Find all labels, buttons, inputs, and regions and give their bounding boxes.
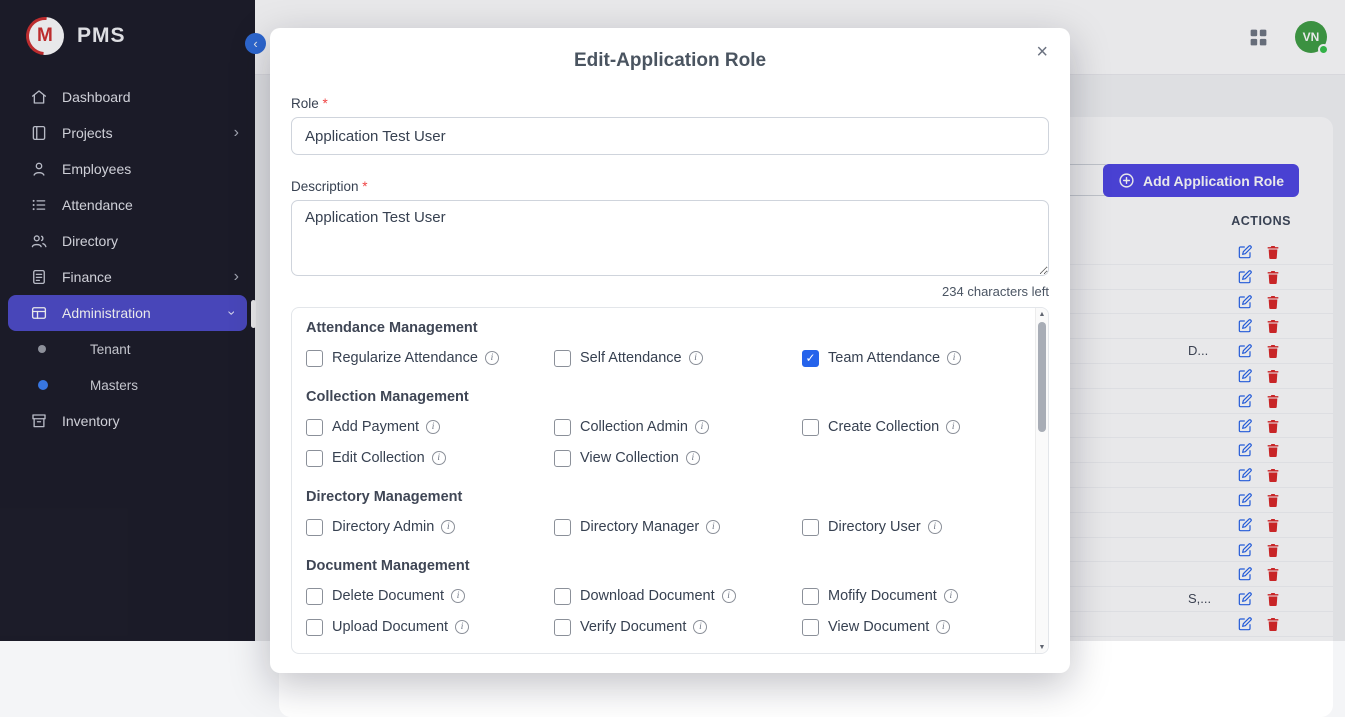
info-icon: i <box>485 351 499 365</box>
permission-label: Mofify Document <box>828 588 937 604</box>
info-icon: i <box>936 620 950 634</box>
permission-collection-admin[interactable]: Collection Admin i <box>554 418 802 436</box>
description-field-label: Description * <box>291 179 1049 194</box>
scroll-down-arrow[interactable]: ▼ <box>1039 641 1046 653</box>
permission-view-document[interactable]: View Document i <box>802 618 1035 636</box>
info-icon: i <box>693 620 707 634</box>
permission-label: Collection Admin <box>580 419 688 435</box>
permission-add-payment[interactable]: Add Payment i <box>306 418 554 436</box>
checkbox[interactable] <box>802 519 819 536</box>
permission-group-title: Directory Management <box>306 489 1035 505</box>
checkbox[interactable] <box>306 519 323 536</box>
permission-group-title: Attendance Management <box>306 320 1035 336</box>
info-icon: i <box>695 420 709 434</box>
info-icon: i <box>689 351 703 365</box>
permission-regularize-attendance[interactable]: Regularize Attendance i <box>306 349 554 367</box>
permission-team-attendance[interactable]: ✓ Team Attendance i <box>802 349 1035 367</box>
checkbox[interactable] <box>802 619 819 636</box>
permission-grid: Delete DocumentiDownload DocumentiMofify… <box>306 587 1035 636</box>
permission-directory-admin[interactable]: Directory Admin i <box>306 518 554 536</box>
permissions-list: Attendance Management Regularize Attendan… <box>292 308 1035 653</box>
checkbox[interactable] <box>306 588 323 605</box>
info-icon: i <box>947 351 961 365</box>
checkbox[interactable] <box>306 450 323 467</box>
checkbox[interactable] <box>554 350 571 367</box>
permission-label: Upload Document <box>332 619 448 635</box>
permission-label: Edit Collection <box>332 450 425 466</box>
permission-label: Download Document <box>580 588 715 604</box>
permission-grid: Add PaymentiCollection AdminiCreate Coll… <box>306 418 1035 467</box>
checkbox[interactable] <box>306 350 323 367</box>
info-icon: i <box>686 451 700 465</box>
permission-group-title: Document Management <box>306 558 1035 574</box>
permission-label: Team Attendance <box>828 350 940 366</box>
info-icon: i <box>441 520 455 534</box>
checkbox[interactable] <box>554 588 571 605</box>
description-textarea[interactable]: Application Test User <box>291 200 1049 276</box>
checkbox[interactable] <box>554 419 571 436</box>
scrollbar-thumb[interactable] <box>1038 322 1046 432</box>
permission-label: View Collection <box>580 450 679 466</box>
edit-application-role-modal: × Edit-Application Role Role * Descripti… <box>270 28 1070 673</box>
permission-label: Verify Document <box>580 619 686 635</box>
checkbox[interactable]: ✓ <box>802 350 819 367</box>
info-icon: i <box>722 589 736 603</box>
permission-label: Create Collection <box>828 419 939 435</box>
checkbox[interactable] <box>554 450 571 467</box>
info-icon: i <box>706 520 720 534</box>
scrollbar[interactable]: ▲ ▼ <box>1035 308 1048 653</box>
permission-create-collection[interactable]: Create Collection i <box>802 418 1035 436</box>
info-icon: i <box>944 589 958 603</box>
info-icon: i <box>451 589 465 603</box>
checkbox[interactable] <box>554 619 571 636</box>
modal-title: Edit-Application Role <box>291 28 1049 72</box>
permission-mofify-document[interactable]: Mofify Document i <box>802 587 1035 605</box>
checkbox[interactable] <box>802 588 819 605</box>
permission-label: View Document <box>828 619 929 635</box>
permission-grid: Regularize Attendance i Self Attendance i ✓ T… <box>306 349 1035 367</box>
permission-directory-user[interactable]: Directory User i <box>802 518 1035 536</box>
permission-download-document[interactable]: Download Document i <box>554 587 802 605</box>
permission-upload-document[interactable]: Upload Document i <box>306 618 554 636</box>
info-icon: i <box>455 620 469 634</box>
permission-delete-document[interactable]: Delete Document i <box>306 587 554 605</box>
permission-label: Directory User <box>828 519 921 535</box>
permission-label: Add Payment <box>332 419 419 435</box>
info-icon: i <box>432 451 446 465</box>
permissions-panel: Attendance Management Regularize Attendan… <box>291 307 1049 654</box>
characters-left-counter: 234 characters left <box>291 284 1049 299</box>
role-input[interactable] <box>291 117 1049 155</box>
required-asterisk: * <box>362 179 367 194</box>
scroll-up-arrow[interactable]: ▲ <box>1039 308 1046 320</box>
checkbox[interactable] <box>306 419 323 436</box>
permission-label: Regularize Attendance <box>332 350 478 366</box>
permission-label: Self Attendance <box>580 350 682 366</box>
info-icon: i <box>946 420 960 434</box>
role-field-label: Role * <box>291 96 1049 111</box>
permission-label: Directory Manager <box>580 519 699 535</box>
permission-self-attendance[interactable]: Self Attendance i <box>554 349 802 367</box>
checkbox[interactable] <box>554 519 571 536</box>
permission-edit-collection[interactable]: Edit Collection i <box>306 449 554 467</box>
permission-group-title: Collection Management <box>306 389 1035 405</box>
close-icon[interactable]: × <box>1032 38 1052 66</box>
required-asterisk: * <box>323 96 328 111</box>
checkbox[interactable] <box>802 419 819 436</box>
info-icon: i <box>426 420 440 434</box>
permission-label: Delete Document <box>332 588 444 604</box>
permission-verify-document[interactable]: Verify Document i <box>554 618 802 636</box>
permission-label: Directory Admin <box>332 519 434 535</box>
checkbox[interactable] <box>306 619 323 636</box>
permission-view-collection[interactable]: View Collection i <box>554 449 802 467</box>
permission-grid: Directory AdminiDirectory ManageriDirect… <box>306 518 1035 536</box>
info-icon: i <box>928 520 942 534</box>
permission-directory-manager[interactable]: Directory Manager i <box>554 518 802 536</box>
